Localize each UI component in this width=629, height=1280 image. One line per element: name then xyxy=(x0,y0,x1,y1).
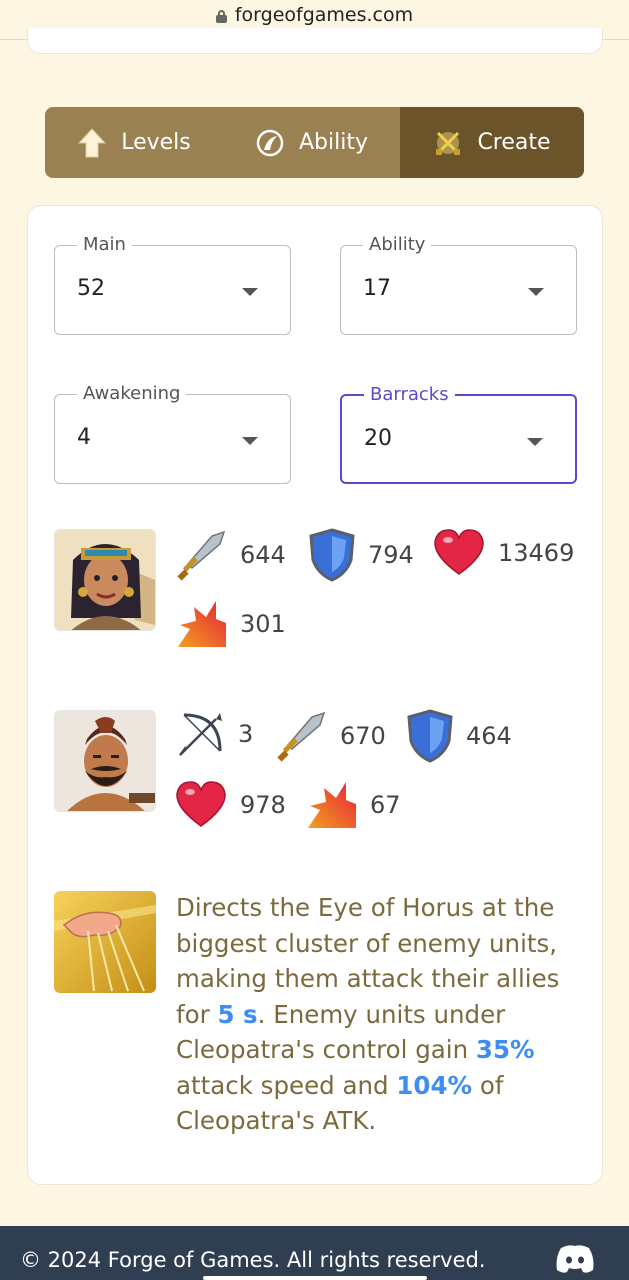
barracks-select[interactable]: Barracks 20 xyxy=(340,384,577,484)
create-card: Main 52 Ability 17 Awakening 4 Barracks … xyxy=(27,205,603,1185)
tab-ability-label: Ability xyxy=(299,130,368,155)
unit-defense-value: 464 xyxy=(466,722,512,750)
crossed-swords-icon xyxy=(433,128,463,158)
chevron-down-icon xyxy=(242,288,258,296)
unit-attack-stat: 670 xyxy=(274,709,386,763)
ability-level-value: 17 xyxy=(363,276,391,301)
barracks-value: 20 xyxy=(364,426,392,451)
tab-bar: Levels Ability Create xyxy=(45,107,584,178)
shield-icon xyxy=(407,709,453,763)
hero-damage-stat: 301 xyxy=(176,599,286,649)
ability-atk-pct: 104% xyxy=(396,1070,473,1100)
ability-duration: 5 s xyxy=(217,999,258,1029)
main-level-value: 52 xyxy=(77,276,105,301)
home-indicator xyxy=(203,1276,427,1280)
unit-range-stat: 3 xyxy=(176,709,253,759)
tab-levels[interactable]: Levels xyxy=(45,107,223,178)
tab-ability[interactable]: Ability xyxy=(223,107,400,178)
tab-create[interactable]: Create xyxy=(400,107,584,178)
unit-health-value: 978 xyxy=(240,791,286,819)
unit-health-stat: 978 xyxy=(174,780,286,830)
unit-attack-value: 670 xyxy=(340,722,386,750)
lock-icon xyxy=(215,10,227,23)
hero-attack-stat: 644 xyxy=(174,528,286,582)
hero-defense-value: 794 xyxy=(368,541,414,569)
damage-burst-icon xyxy=(178,601,226,647)
hero-defense-stat: 794 xyxy=(308,528,414,582)
shield-icon xyxy=(309,528,355,582)
damage-burst-icon xyxy=(308,782,356,828)
eye-of-horus-hand-icon xyxy=(54,891,156,993)
main-level-select[interactable]: Main 52 xyxy=(54,234,291,335)
unit-portrait xyxy=(54,710,156,812)
ability-icon xyxy=(255,128,285,158)
chevron-down-icon xyxy=(527,438,543,446)
unit-range-value: 3 xyxy=(238,720,254,748)
previous-card-bottom xyxy=(27,28,603,54)
cleopatra-portrait xyxy=(54,529,156,631)
unit-defense-stat: 464 xyxy=(406,709,512,763)
bow-icon xyxy=(179,713,222,756)
heart-icon xyxy=(434,529,484,575)
hero-damage-value: 301 xyxy=(240,610,286,638)
footer: © 2024 Forge of Games. All rights reserv… xyxy=(0,1226,629,1280)
url-text: forgeofgames.com xyxy=(234,4,414,26)
awakening-label: Awakening xyxy=(77,383,187,404)
copyright-text: © 2024 Forge of Games. All rights reserv… xyxy=(20,1248,486,1272)
tab-levels-label: Levels xyxy=(121,130,191,155)
hero-health-value: 13469 xyxy=(498,539,575,567)
tab-create-label: Create xyxy=(477,130,551,155)
hero-attack-value: 644 xyxy=(240,541,286,569)
ability-description: Directs the Eye of Horus at the biggest … xyxy=(176,890,576,1139)
awakening-select[interactable]: Awakening 4 xyxy=(54,383,291,484)
ability-speed: 35% xyxy=(475,1035,535,1064)
hero-health-stat: 13469 xyxy=(432,528,574,578)
sword-icon xyxy=(177,530,226,581)
discord-icon[interactable] xyxy=(555,1244,595,1279)
chevron-down-icon xyxy=(528,288,544,296)
up-arrow-icon xyxy=(77,127,107,158)
ability-level-select[interactable]: Ability 17 xyxy=(340,234,577,335)
heart-icon xyxy=(176,781,226,827)
ability-text-3: attack speed and xyxy=(176,1070,397,1100)
chevron-down-icon xyxy=(242,437,258,445)
unit-damage-value: 67 xyxy=(370,791,401,819)
main-level-label: Main xyxy=(77,234,132,255)
unit-damage-stat: 67 xyxy=(306,780,401,830)
ability-level-label: Ability xyxy=(363,234,432,255)
sword-icon xyxy=(277,711,326,762)
barracks-label: Barracks xyxy=(364,384,455,405)
awakening-value: 4 xyxy=(77,425,91,450)
